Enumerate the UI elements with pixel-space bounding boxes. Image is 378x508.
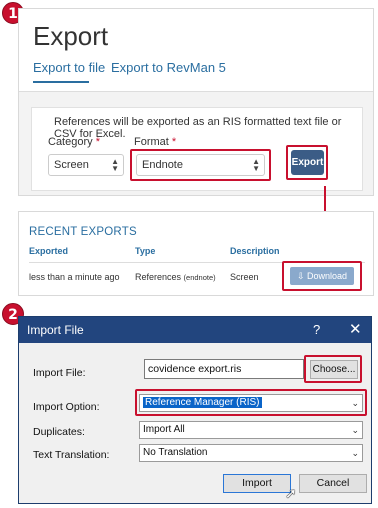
export-panel: Export Export to file Export to RevMan 5…	[18, 8, 374, 296]
mouse-pointer-icon: ➚	[285, 485, 297, 501]
import-option-value: Reference Manager (RIS)	[143, 397, 262, 408]
chevron-down-icon: ⌄	[351, 425, 359, 435]
tab-export-to-revman[interactable]: Export to RevMan 5	[111, 60, 226, 75]
download-icon: ⇩	[296, 271, 305, 281]
chevron-down-icon: ⌄	[351, 448, 359, 458]
column-header-type: Type	[135, 246, 156, 256]
category-select[interactable]: Screen ▲ ▼	[48, 154, 124, 176]
duplicates-label: Duplicates:	[33, 426, 85, 438]
export-button[interactable]: Export	[291, 150, 324, 175]
required-marker: *	[95, 136, 100, 148]
cancel-button[interactable]: Cancel	[299, 474, 367, 493]
format-select-value: Endnote	[142, 159, 183, 171]
type-cell-text: References	[135, 272, 182, 282]
exported-cell: less than a minute ago	[29, 272, 120, 282]
divider	[19, 91, 373, 92]
description-cell: Screen	[230, 272, 259, 282]
import-file-dialog: Import File ? ✕ Import File: covidence e…	[18, 316, 372, 504]
up-down-arrows-icon: ▲ ▼	[252, 157, 260, 173]
column-header-description: Description	[230, 246, 280, 256]
import-file-label: Import File:	[33, 367, 86, 379]
format-select[interactable]: Endnote ▲ ▼	[136, 154, 265, 176]
import-file-field[interactable]: covidence export.ris	[144, 359, 304, 379]
format-label-text: Format	[134, 136, 169, 148]
download-button-label: Download	[307, 271, 348, 281]
choose-button[interactable]: Choose...	[310, 360, 358, 379]
duplicates-select[interactable]: Import All ⌄	[139, 421, 363, 439]
type-cell: References (endnote)	[135, 272, 216, 282]
tab-export-to-file[interactable]: Export to file	[33, 60, 105, 75]
help-icon[interactable]: ?	[313, 322, 320, 337]
type-cell-detail: (endnote)	[183, 273, 216, 282]
category-label-text: Category	[48, 136, 93, 148]
dialog-titlebar: Import File ? ✕	[19, 317, 371, 343]
active-tab-indicator	[33, 81, 89, 83]
column-header-exported: Exported	[29, 246, 69, 256]
import-button[interactable]: Import	[223, 474, 291, 493]
export-card: Export Export to file Export to RevMan 5…	[18, 8, 374, 196]
up-down-arrows-icon: ▲ ▼	[111, 157, 119, 173]
import-option-select[interactable]: Reference Manager (RIS) ⌄	[139, 394, 363, 412]
close-icon[interactable]: ✕	[349, 320, 362, 338]
duplicates-value: Import All	[143, 424, 185, 435]
dialog-title: Import File	[27, 323, 84, 337]
recent-exports-card: RECENT EXPORTS Exported Type Description…	[18, 211, 374, 296]
format-label: Format *	[134, 136, 176, 148]
import-option-label: Import Option:	[33, 401, 100, 413]
chevron-down-icon: ⌄	[351, 398, 359, 408]
export-info-text: References will be exported as an RIS fo…	[54, 116, 342, 140]
download-button[interactable]: ⇩ Download	[290, 267, 354, 285]
required-marker: *	[171, 136, 177, 148]
export-form: References will be exported as an RIS fo…	[31, 107, 363, 191]
category-label: Category *	[48, 136, 100, 148]
category-select-value: Screen	[54, 159, 89, 171]
text-translation-value: No Translation	[143, 447, 208, 458]
text-translation-label: Text Translation:	[33, 449, 110, 461]
recent-exports-title: RECENT EXPORTS	[29, 226, 137, 238]
page-title: Export	[33, 21, 109, 51]
text-translation-select[interactable]: No Translation ⌄	[139, 444, 363, 462]
